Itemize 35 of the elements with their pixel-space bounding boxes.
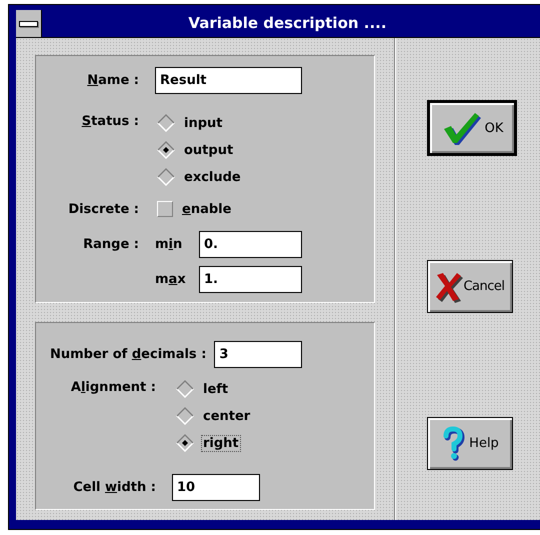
decimals-field[interactable]: 3 <box>214 341 302 368</box>
checkbox-label: enable <box>182 202 232 216</box>
radio-button[interactable] <box>157 168 175 186</box>
field-label: Range : <box>82 237 139 252</box>
min-field[interactable]: 0. <box>199 231 302 258</box>
field-label: min <box>155 237 184 252</box>
question-mark-icon <box>441 426 466 462</box>
cross-icon <box>435 270 464 302</box>
window-title: Variable description .... <box>187 13 388 34</box>
field-label: Alignment : <box>70 380 156 395</box>
name-field[interactable]: Result <box>155 67 302 94</box>
option-label: input <box>183 114 224 132</box>
field-label: Cell width : <box>72 480 156 495</box>
cancel-button[interactable]: Cancel <box>427 260 513 313</box>
system-menu-button[interactable] <box>16 10 42 37</box>
radio-button[interactable] <box>157 114 175 132</box>
help-button[interactable]: Help <box>427 417 513 470</box>
radio-button[interactable] <box>176 407 194 425</box>
field-label: max <box>155 272 187 287</box>
option-label: center <box>202 408 252 424</box>
field-label: Number of decimals : <box>50 347 206 362</box>
radio-button[interactable] <box>176 434 194 452</box>
field-label: Status : <box>80 114 139 129</box>
checkbox[interactable] <box>157 201 173 217</box>
radio-button[interactable] <box>176 380 194 398</box>
field-label: Discrete : <box>67 202 139 216</box>
field-label: Name : <box>86 73 139 88</box>
radio-button[interactable] <box>157 141 175 159</box>
cell-width-field[interactable]: 10 <box>172 474 260 501</box>
max-field[interactable]: 1. <box>199 266 302 293</box>
option-label: output <box>183 142 234 158</box>
ok-button[interactable]: OK <box>427 100 517 156</box>
option-label: exclude <box>183 168 242 186</box>
option-label: right <box>201 434 241 452</box>
option-label: left <box>202 380 230 398</box>
